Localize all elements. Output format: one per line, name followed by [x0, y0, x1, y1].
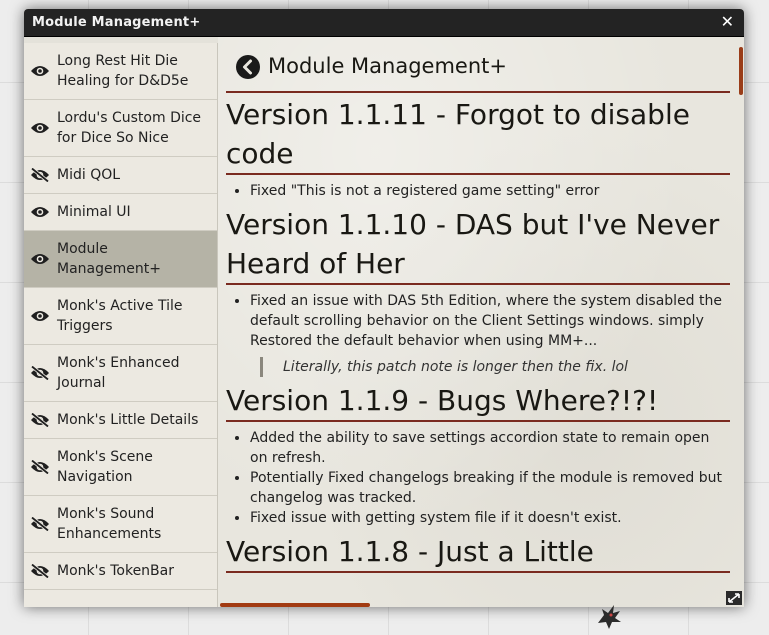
sidebar-item[interactable]: Monk's Active Tile Triggers [24, 288, 217, 345]
eye-slash-icon [30, 366, 50, 380]
version-heading: Version 1.1.9 - Bugs Where?!?! [226, 381, 730, 422]
version-heading: Version 1.1.10 - DAS but I've Never Hear… [226, 205, 730, 285]
version-notes: Fixed "This is not a registered game set… [226, 181, 730, 201]
chevron-left-circle-icon[interactable] [236, 55, 260, 79]
eye-slash-icon [30, 413, 50, 427]
sidebar-item-label: Monk's Enhanced Journal [57, 355, 180, 391]
sidebar-item-label: Monk's Sound Enhancements [57, 506, 162, 542]
page-header: Module Management+ [226, 41, 730, 93]
eye-icon [31, 311, 49, 321]
note-item: Fixed an issue with DAS 5th Edition, whe… [250, 291, 730, 351]
note-item: Fixed issue with getting system file if … [250, 508, 730, 528]
sidebar-item[interactable]: Monk's TokenBar [24, 553, 217, 590]
eye-icon [31, 254, 49, 264]
sidebar-item-label: Midi QOL [57, 167, 121, 183]
sidebar-item[interactable]: Lordu's Custom Dice for Dice So Nice [24, 100, 217, 157]
eye-slash-icon [30, 564, 50, 578]
note-item: Added the ability to save settings accor… [250, 428, 730, 468]
module-management-window: Module Management+ ✕ Long Rest Hit Die H… [24, 9, 744, 607]
sidebar-item-label: Minimal UI [57, 204, 131, 220]
eye-slash-icon [30, 460, 50, 474]
sidebar-item-label: Monk's Little Details [57, 412, 199, 428]
eye-icon [31, 207, 49, 217]
sidebar-item[interactable]: Long Rest Hit Die Healing for D&D5e [24, 43, 217, 100]
version-heading: Version 1.1.8 - Just a Little [226, 532, 730, 573]
sidebar-item-label: Module Management+ [57, 241, 161, 277]
vertical-scrollbar[interactable] [738, 37, 744, 607]
sidebar-item[interactable]: Monk's Wall [24, 590, 217, 607]
sidebar-item[interactable]: Monk's Scene Navigation [24, 439, 217, 496]
module-sidebar[interactable]: Long Rest Hit Die Healing for D&D5e Lordu… [24, 43, 218, 607]
dragon-cursor-icon [598, 605, 621, 629]
changelog-body: Version 1.1.11 - Forgot to disable code … [226, 95, 730, 573]
page-title: Module Management+ [268, 54, 507, 78]
eye-icon [31, 123, 49, 133]
scrollbar-thumb[interactable] [739, 47, 743, 95]
sidebar-item[interactable]: Module Management+ [24, 231, 217, 288]
sidebar-item-label: Monk's Scene Navigation [57, 449, 153, 485]
scrollbar-thumb[interactable] [220, 603, 370, 607]
sidebar-item-label: Monk's Active Tile Triggers [57, 298, 183, 334]
close-icon[interactable]: ✕ [721, 12, 734, 31]
note-item: Fixed "This is not a registered game set… [250, 181, 730, 201]
note-item: Potentially Fixed changelogs breaking if… [250, 468, 730, 508]
sidebar-item[interactable]: Monk's Sound Enhancements [24, 496, 217, 553]
sidebar-item[interactable]: Monk's Little Details [24, 402, 217, 439]
sidebar-item[interactable]: Monk's Enhanced Journal [24, 345, 217, 402]
window-title: Module Management+ [32, 15, 201, 30]
horizontal-scrollbar[interactable] [218, 601, 744, 607]
window-titlebar[interactable]: Module Management+ ✕ [24, 9, 744, 37]
blockquote: Literally, this patch note is longer the… [260, 357, 730, 377]
resize-icon[interactable] [726, 591, 742, 605]
sidebar-item[interactable]: Minimal UI [24, 194, 217, 231]
version-notes: Added the ability to save settings accor… [226, 428, 730, 528]
eye-slash-icon [30, 168, 50, 182]
version-heading: Version 1.1.11 - Forgot to disable code [226, 95, 730, 175]
eye-slash-icon [30, 517, 50, 531]
changelog-panel[interactable]: Module Management+ Version 1.1.11 - Forg… [218, 37, 744, 607]
version-notes: Fixed an issue with DAS 5th Edition, whe… [226, 291, 730, 351]
sidebar-item-label: Monk's TokenBar [57, 563, 174, 579]
sidebar-item-label: Long Rest Hit Die Healing for D&D5e [57, 53, 189, 89]
sidebar-item-label: Lordu's Custom Dice for Dice So Nice [57, 110, 202, 146]
sidebar-item[interactable]: Midi QOL [24, 157, 217, 194]
eye-icon [31, 66, 49, 76]
